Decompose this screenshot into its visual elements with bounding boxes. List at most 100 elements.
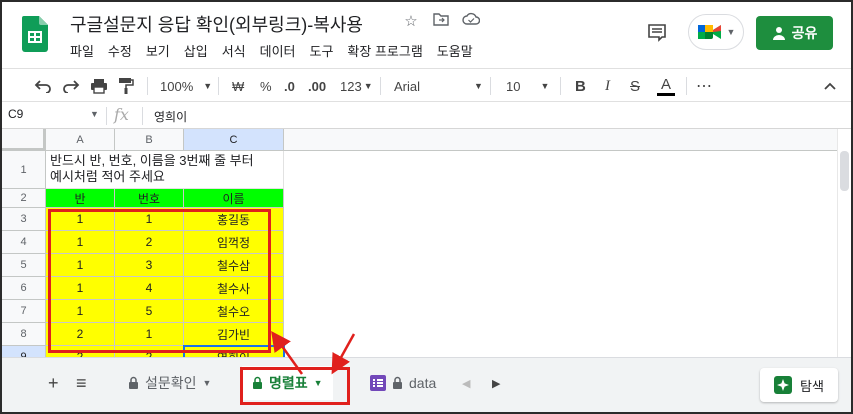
menu-file[interactable]: 파일 [70, 41, 94, 60]
font-value: Arial [394, 78, 421, 94]
more-formats-label: 123 [340, 78, 362, 94]
share-label: 공유 [791, 25, 818, 41]
menu-extensions[interactable]: 확장 프로그램 [347, 41, 422, 60]
currency-label: ₩ [232, 78, 245, 94]
scrollbar-thumb[interactable] [840, 151, 849, 191]
chevron-down-icon[interactable]: ▼ [90, 109, 99, 119]
select-all-corner[interactable] [2, 129, 46, 151]
chevron-down-icon: ▼ [202, 378, 212, 388]
menu-edit[interactable]: 수정 [108, 41, 132, 60]
formula-input[interactable]: 영희이 [154, 108, 187, 125]
chevron-down-icon: ▼ [203, 81, 213, 91]
sheet-tab-survey[interactable]: 설문확인 ▼ [128, 366, 211, 400]
italic-label: I [605, 77, 610, 94]
percent-format-button[interactable]: % [260, 69, 272, 103]
chevron-down-icon: ▼ [363, 81, 373, 91]
scroll-tabs-right-icon[interactable]: ▶ [492, 366, 500, 400]
add-sheet-label: + [48, 372, 59, 393]
instruction-note: 반드시 반, 번호, 이름을 3번째 줄 부터 예시처럼 적어 주세요 [47, 152, 287, 186]
sheet-tab-data[interactable]: data [370, 366, 436, 400]
add-sheet-button[interactable]: + [48, 366, 59, 400]
undo-icon[interactable] [34, 69, 52, 103]
font-size-select[interactable]: 10 ▼ [506, 69, 549, 103]
row-header-8[interactable]: 8 [2, 323, 46, 346]
text-color-button[interactable]: A [657, 69, 675, 103]
row-header-1[interactable]: 1 [2, 151, 46, 189]
cell-c2[interactable]: 이름 [184, 189, 284, 208]
menu-view[interactable]: 보기 [146, 41, 170, 60]
strikethrough-button[interactable]: S [630, 69, 640, 103]
app-header: 구글설문지 응답 확인(외부링크)-복사용 ☆ 파일 수정 보기 삽입 서식 데… [2, 2, 851, 66]
column-header-a[interactable]: A [46, 129, 115, 151]
font-select[interactable]: Arial ▼ [394, 69, 483, 103]
collapse-menu-icon[interactable] [824, 69, 836, 103]
italic-button[interactable]: I [605, 69, 610, 103]
meet-icon [697, 25, 721, 39]
increase-decimal-label: .00 [308, 78, 327, 94]
column-header-c[interactable]: C [184, 129, 284, 151]
paint-format-icon[interactable] [118, 69, 134, 103]
cell-b2[interactable]: 번호 [115, 189, 184, 208]
tab-annotation-box [240, 367, 350, 405]
row-header-4[interactable]: 4 [2, 231, 46, 254]
sheet-tab-survey-label: 설문확인 [145, 375, 197, 391]
menu-format[interactable]: 서식 [222, 41, 246, 60]
note-line-2: 예시처럼 적어 주세요 [50, 169, 165, 184]
row-header-3[interactable]: 3 [2, 208, 46, 231]
meet-button[interactable]: ▼ [688, 14, 744, 50]
lock-icon [393, 376, 402, 389]
document-title[interactable]: 구글설문지 응답 확인(외부링크)-복사용 [70, 11, 363, 37]
chevron-down-icon: ▼ [726, 27, 736, 37]
currency-format-button[interactable]: ₩ [232, 69, 244, 103]
form-responses-icon [370, 375, 386, 391]
zoom-select[interactable]: 100% ▼ [160, 69, 212, 103]
row-header-2[interactable]: 2 [2, 189, 46, 208]
column-header-filler [284, 129, 837, 151]
decrease-decimal-button[interactable]: .0 [284, 69, 295, 103]
strikethrough-label: S [630, 77, 641, 95]
all-sheets-label: ≡ [76, 372, 87, 393]
column-header-b[interactable]: B [115, 129, 184, 151]
menu-insert[interactable]: 삽입 [184, 41, 208, 60]
fx-icon: fx [114, 105, 129, 124]
row-header-6[interactable]: 6 [2, 277, 46, 300]
vertical-scrollbar[interactable] [837, 129, 851, 357]
row-header-9[interactable]: 9 [2, 346, 46, 357]
spreadsheet-grid[interactable]: A B C 1 2 3 4 5 6 7 8 9 반드시 반, 번호, 이름을 3… [2, 129, 837, 357]
menu-data[interactable]: 데이터 [260, 41, 296, 60]
zoom-value: 100% [160, 78, 194, 94]
star-icon[interactable]: ☆ [402, 12, 420, 30]
explore-label: 탐색 [800, 378, 824, 394]
explore-icon [774, 376, 793, 394]
menu-tools[interactable]: 도구 [310, 41, 334, 60]
all-sheets-button[interactable]: ≡ [76, 366, 87, 400]
print-icon[interactable] [90, 69, 108, 103]
sheet-tab-data-label: data [409, 375, 437, 391]
sheets-logo-icon[interactable] [22, 16, 48, 52]
formula-bar: C9 ▼ fx 영희이 [2, 103, 851, 129]
explore-button[interactable]: 탐색 [760, 368, 838, 402]
more-formats-select[interactable]: 123 ▼ [340, 69, 373, 103]
more-tools-button[interactable]: ⋯ [696, 69, 712, 103]
row-header-5[interactable]: 5 [2, 254, 46, 277]
name-box[interactable]: C9 [8, 107, 23, 121]
annotation-highlight-box [48, 209, 271, 353]
sheet-tabs-bar: + ≡ 설문확인 ▼ 명렬표 ▼ data ◀ ▶ 탐색 [2, 357, 851, 412]
cloud-saved-icon[interactable] [462, 12, 481, 30]
comment-history-icon[interactable] [647, 24, 667, 42]
row-header-7[interactable]: 7 [2, 300, 46, 323]
increase-decimal-button[interactable]: .00 [308, 69, 326, 103]
lock-icon [129, 376, 138, 389]
menu-help[interactable]: 도움말 [437, 41, 473, 60]
bold-button[interactable]: B [575, 69, 586, 103]
menu-bar: 파일 수정 보기 삽입 서식 데이터 도구 확장 프로그램 도움말 [70, 41, 473, 60]
chevron-down-icon: ▼ [474, 81, 483, 91]
share-button[interactable]: 공유 [756, 16, 833, 50]
move-folder-icon[interactable] [432, 12, 450, 30]
scroll-tabs-left-icon[interactable]: ◀ [462, 366, 470, 400]
redo-icon[interactable] [62, 69, 80, 103]
cell-a2[interactable]: 반 [46, 189, 115, 208]
toolbar: 100% ▼ ₩ % .0 .00 123 ▼ Arial ▼ 10 ▼ B I… [2, 68, 851, 102]
chevron-down-icon: ▼ [540, 81, 550, 91]
percent-label: % [260, 78, 272, 94]
